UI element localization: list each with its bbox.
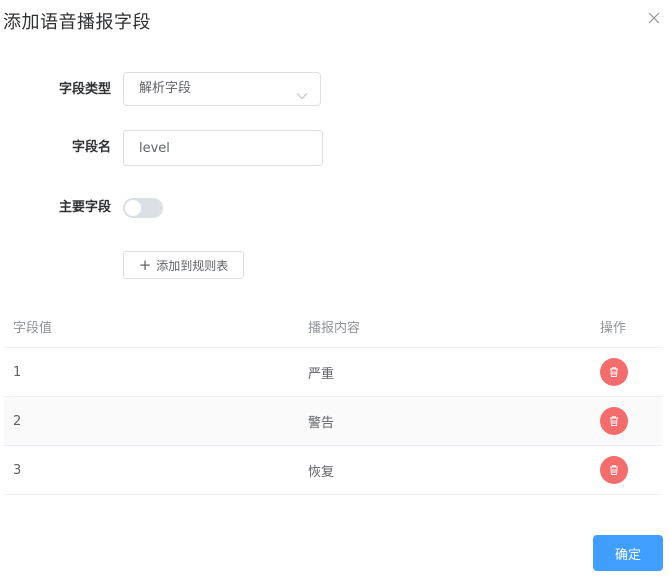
primary-field-row: 主要字段	[0, 190, 669, 226]
trash-icon	[608, 363, 620, 382]
chevron-down-icon	[296, 85, 308, 104]
rule-table: 字段值 播报内容 操作 1 严重 2 警告 3 恢复	[4, 306, 662, 495]
field-name-row: 字段名	[0, 130, 669, 166]
header-broadcast-content: 播报内容	[308, 321, 361, 336]
switch-knob	[125, 200, 141, 216]
field-type-label: 字段类型	[58, 82, 111, 97]
header-actions: 操作	[600, 321, 627, 336]
trash-icon	[608, 461, 620, 480]
field-name-label: 字段名	[71, 140, 111, 155]
table-header: 字段值 播报内容 操作	[4, 306, 662, 348]
add-voice-field-dialog: 添加语音播报字段 字段类型 解析字段 字段名 主要字段 + 添加到规则表	[0, 0, 669, 577]
row-field-value: 1	[13, 364, 22, 380]
add-button-label: 添加到规则表	[156, 258, 229, 273]
table-row: 1 严重	[4, 348, 662, 397]
primary-field-label: 主要字段	[58, 200, 111, 215]
field-type-row: 字段类型 解析字段	[0, 72, 669, 108]
delete-row-button[interactable]	[600, 358, 628, 386]
delete-row-button[interactable]	[600, 456, 628, 484]
field-type-value: 解析字段	[139, 81, 192, 96]
confirm-button[interactable]: 确定	[593, 535, 663, 571]
primary-field-switch[interactable]	[123, 198, 163, 218]
row-field-value: 2	[13, 413, 22, 429]
field-type-select[interactable]: 解析字段	[123, 72, 321, 106]
table-row: 2 警告	[4, 397, 662, 446]
add-to-rule-table-button[interactable]: + 添加到规则表	[123, 251, 244, 279]
trash-icon	[608, 412, 620, 431]
header-field-value: 字段值	[13, 321, 53, 336]
table-row: 3 恢复	[4, 446, 662, 495]
row-broadcast-content: 严重	[308, 366, 335, 382]
plus-icon: +	[138, 255, 152, 274]
row-field-value: 3	[13, 462, 22, 478]
row-broadcast-content: 警告	[308, 415, 335, 431]
dialog-title: 添加语音播报字段	[3, 12, 151, 33]
row-broadcast-content: 恢复	[308, 464, 335, 480]
field-name-input[interactable]	[123, 130, 323, 166]
delete-row-button[interactable]	[600, 407, 628, 435]
close-icon[interactable]	[645, 9, 663, 27]
